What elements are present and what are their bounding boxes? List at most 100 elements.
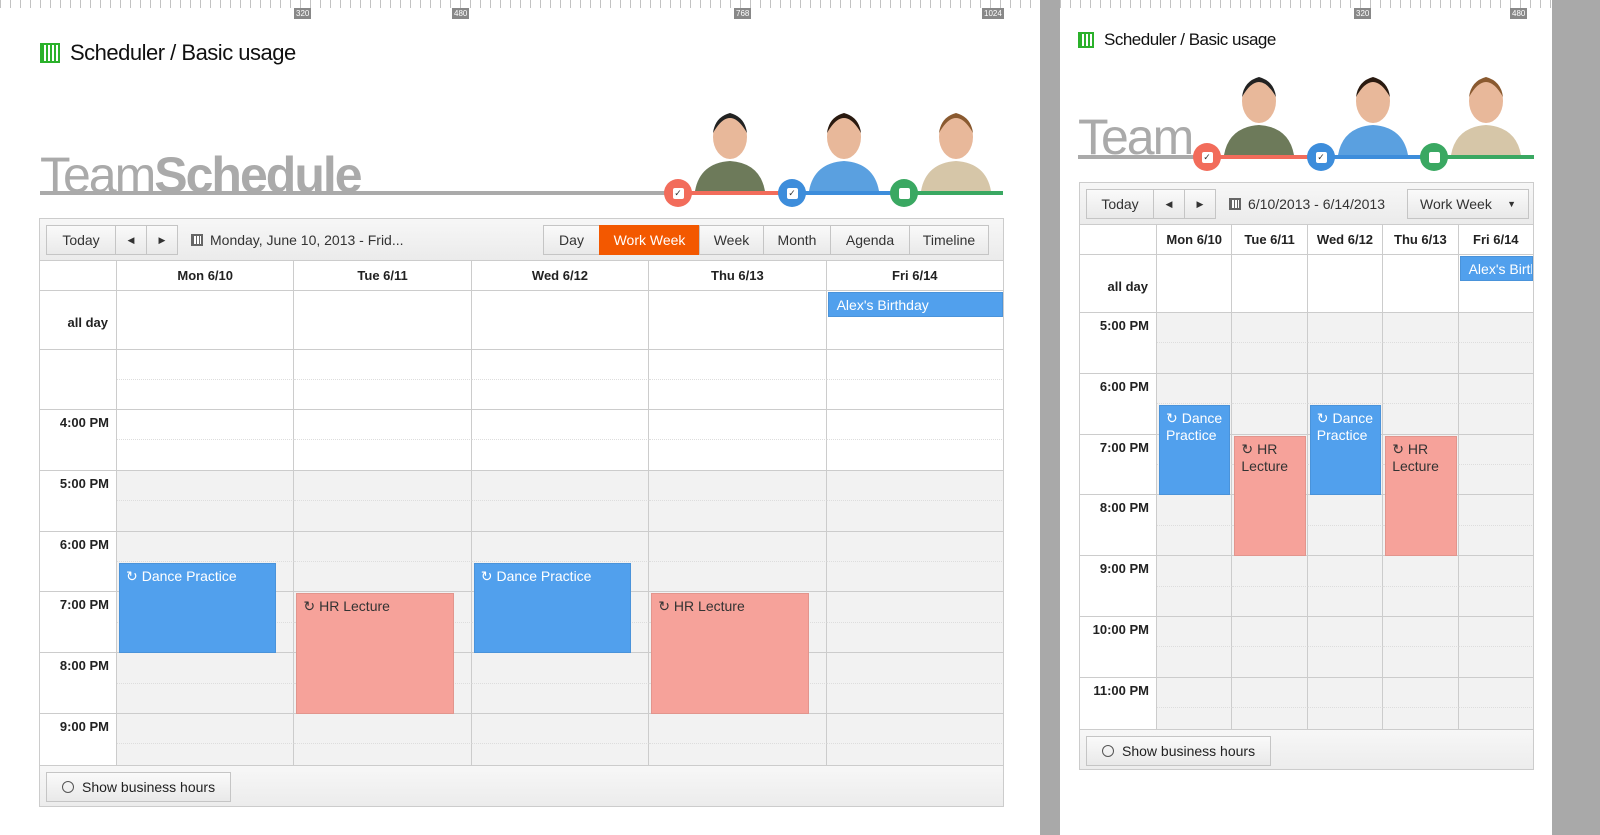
- time-slot[interactable]: [1307, 556, 1384, 587]
- time-slot[interactable]: [1458, 495, 1533, 526]
- checkbox-icon[interactable]: ✓: [786, 187, 798, 199]
- show-business-hours-button[interactable]: Show business hours: [1086, 736, 1272, 766]
- time-slot[interactable]: [294, 379, 472, 410]
- time-slot[interactable]: [117, 531, 295, 562]
- person-toggle[interactable]: [890, 179, 918, 207]
- time-slot[interactable]: [1232, 404, 1308, 435]
- today-button[interactable]: Today: [1086, 189, 1154, 219]
- time-slot[interactable]: [1383, 373, 1459, 405]
- time-slot[interactable]: [1307, 617, 1384, 648]
- time-slot[interactable]: [471, 653, 650, 684]
- time-slot[interactable]: [1458, 434, 1533, 465]
- time-slot[interactable]: [826, 531, 1003, 562]
- time-slot[interactable]: [1458, 525, 1533, 557]
- time-slot[interactable]: [826, 440, 1003, 471]
- view-tab-day[interactable]: Day: [543, 225, 600, 255]
- time-slot[interactable]: [1157, 556, 1233, 587]
- time-slot[interactable]: [1307, 282, 1384, 313]
- time-slot[interactable]: [1157, 525, 1233, 557]
- time-slot[interactable]: [1307, 495, 1384, 526]
- time-slot[interactable]: [1307, 373, 1384, 405]
- time-slot[interactable]: [1232, 373, 1308, 405]
- view-tab-timeline[interactable]: Timeline: [909, 225, 989, 255]
- time-slot[interactable]: [294, 440, 472, 471]
- time-slot[interactable]: [471, 714, 650, 745]
- event[interactable]: ↻ Dance Practice: [1159, 405, 1231, 496]
- time-slot[interactable]: [294, 531, 472, 562]
- time-slot[interactable]: [1157, 647, 1233, 678]
- view-tab-agenda[interactable]: Agenda: [830, 225, 910, 255]
- all-day-cell[interactable]: [471, 291, 650, 350]
- person-toggle[interactable]: ✓: [1193, 143, 1221, 171]
- show-business-hours-button[interactable]: Show business hours: [46, 772, 232, 802]
- time-slot[interactable]: [117, 379, 295, 410]
- time-slot[interactable]: [1232, 343, 1308, 374]
- time-slot[interactable]: [1157, 282, 1233, 313]
- time-slot[interactable]: [1232, 677, 1308, 709]
- time-slot[interactable]: [117, 440, 295, 471]
- time-slot[interactable]: [1458, 556, 1533, 587]
- time-slot[interactable]: [649, 379, 827, 410]
- time-slot[interactable]: [1383, 556, 1459, 587]
- time-slot[interactable]: [1232, 647, 1308, 678]
- time-slot[interactable]: [1307, 343, 1384, 374]
- time-slot[interactable]: [471, 531, 650, 562]
- time-slot[interactable]: [294, 501, 472, 532]
- view-tab-month[interactable]: Month: [763, 225, 831, 255]
- event[interactable]: ↻ HR Lecture: [1385, 435, 1457, 557]
- time-slot[interactable]: [1458, 647, 1533, 678]
- time-slot[interactable]: [649, 714, 827, 745]
- time-slot[interactable]: [117, 410, 295, 441]
- time-slot[interactable]: [826, 653, 1003, 684]
- time-slot[interactable]: [1458, 465, 1533, 496]
- time-slot[interactable]: [471, 379, 650, 410]
- all-day-cell[interactable]: [117, 291, 295, 350]
- time-slot[interactable]: [1458, 282, 1533, 313]
- person-toggle[interactable]: ✓: [778, 179, 806, 207]
- all-day-event[interactable]: Alex's Birthday: [827, 292, 1003, 317]
- time-slot[interactable]: [1383, 282, 1459, 313]
- time-slot[interactable]: [1458, 586, 1533, 617]
- time-slot[interactable]: [1157, 495, 1233, 526]
- time-slot[interactable]: [1157, 677, 1233, 709]
- time-slot[interactable]: [826, 410, 1003, 441]
- time-slot[interactable]: [1458, 313, 1533, 344]
- time-slot[interactable]: [1307, 313, 1384, 344]
- time-slot[interactable]: [649, 440, 827, 471]
- time-slot[interactable]: [1383, 404, 1459, 435]
- time-slot[interactable]: [1232, 556, 1308, 587]
- time-slot[interactable]: [1458, 373, 1533, 405]
- time-slot[interactable]: [1458, 677, 1533, 709]
- next-button[interactable]: ▶: [146, 225, 178, 255]
- view-select[interactable]: Work Week ▼: [1407, 189, 1529, 219]
- next-button[interactable]: ▶: [1184, 189, 1216, 219]
- all-day-event[interactable]: Alex's Birthday: [1459, 256, 1533, 281]
- event[interactable]: ↻ Dance Practice: [1309, 405, 1382, 496]
- all-day-cell[interactable]: [649, 291, 827, 350]
- time-slot[interactable]: [1157, 313, 1233, 344]
- time-slot[interactable]: [1232, 282, 1308, 313]
- time-slot[interactable]: [1157, 343, 1233, 374]
- event[interactable]: ↻ Dance Practice: [473, 563, 632, 654]
- time-slot[interactable]: [649, 562, 827, 593]
- time-slot[interactable]: [826, 562, 1003, 593]
- checkbox-icon[interactable]: ✓: [672, 187, 684, 199]
- time-slot[interactable]: [1383, 677, 1459, 709]
- time-slot[interactable]: [826, 622, 1003, 654]
- time-slot[interactable]: [117, 683, 295, 714]
- time-slot[interactable]: [1383, 586, 1459, 617]
- person-toggle[interactable]: ✓: [1307, 143, 1335, 171]
- time-slot[interactable]: [294, 349, 472, 380]
- time-slot[interactable]: [1157, 617, 1233, 648]
- time-slot[interactable]: [471, 501, 650, 532]
- view-tab-week[interactable]: Week: [699, 225, 764, 255]
- time-slot[interactable]: [471, 440, 650, 471]
- time-slot[interactable]: [826, 470, 1003, 502]
- all-day-cell[interactable]: [294, 291, 472, 350]
- time-slot[interactable]: [826, 379, 1003, 410]
- time-slot[interactable]: [826, 501, 1003, 532]
- time-slot[interactable]: [826, 714, 1003, 745]
- prev-button[interactable]: ◀: [1153, 189, 1185, 219]
- time-slot[interactable]: [1458, 343, 1533, 374]
- time-slot[interactable]: [294, 562, 472, 593]
